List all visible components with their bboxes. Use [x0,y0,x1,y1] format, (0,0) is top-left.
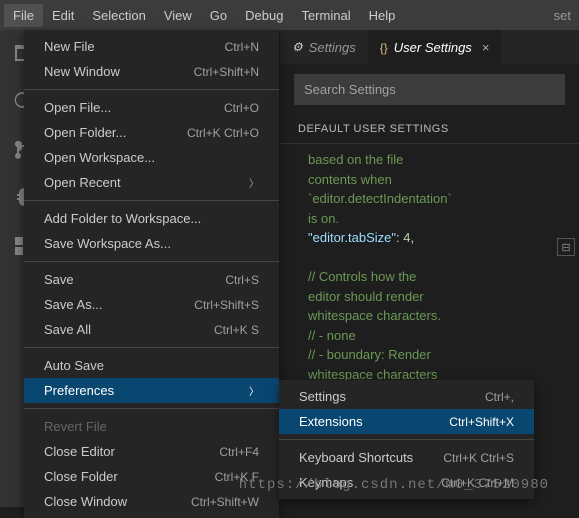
menu-close-window[interactable]: Close WindowCtrl+Shift+W [24,489,279,514]
gear-icon: ⚙ [292,40,303,54]
menu-revert-file: Revert File [24,414,279,439]
chevron-right-icon: 〉 [249,175,259,190]
menu-open-file[interactable]: Open File...Ctrl+O [24,95,279,120]
submenu-settings[interactable]: SettingsCtrl+, [279,384,534,409]
code-line: is on. [308,209,561,229]
menu-debug[interactable]: Debug [236,4,292,27]
tab-user-settings[interactable]: {} User Settings × [368,30,502,64]
submenu-extensions[interactable]: ExtensionsCtrl+Shift+X [279,409,534,434]
tab-label: Settings [309,40,356,55]
preferences-submenu: SettingsCtrl+, ExtensionsCtrl+Shift+X Ke… [279,380,534,499]
menu-close-folder[interactable]: Close FolderCtrl+K F [24,464,279,489]
menu-save-workspace-as[interactable]: Save Workspace As... [24,231,279,256]
window-title: set [554,8,571,23]
code-line: "editor.tabSize": 4, [308,228,561,248]
close-icon[interactable]: × [482,40,490,55]
menu-separator [279,439,534,440]
code-line: // - boundary: Render [308,345,561,365]
tab-settings-preview[interactable]: ⚙ Settings [280,30,368,64]
menu-auto-save[interactable]: Auto Save [24,353,279,378]
menu-separator [24,261,279,262]
menu-save-all[interactable]: Save AllCtrl+K S [24,317,279,342]
file-dropdown: New FileCtrl+N New WindowCtrl+Shift+N Op… [24,30,279,518]
menu-help[interactable]: Help [360,4,405,27]
chevron-right-icon: 〉 [249,383,259,398]
code-line: // Controls how the [308,267,561,287]
menu-save-as[interactable]: Save As...Ctrl+Shift+S [24,292,279,317]
code-line: whitespace characters. [308,306,561,326]
menu-new-window[interactable]: New WindowCtrl+Shift+N [24,59,279,84]
code-line: based on the file [308,150,561,170]
menu-close-editor[interactable]: Close EditorCtrl+F4 [24,439,279,464]
menu-preferences[interactable]: Preferences〉 [24,378,279,403]
submenu-keyboard-shortcuts[interactable]: Keyboard ShortcutsCtrl+K Ctrl+S [279,445,534,470]
bracket-match-indicator[interactable]: ⊟ [557,238,575,256]
code-line: `editor.detectIndentation` [308,189,561,209]
braces-icon: {} [380,41,388,55]
menu-add-folder[interactable]: Add Folder to Workspace... [24,206,279,231]
menu-save[interactable]: SaveCtrl+S [24,267,279,292]
tab-bar: ⚙ Settings {} User Settings × [280,30,579,64]
tab-label: User Settings [394,40,472,55]
menu-terminal[interactable]: Terminal [292,4,359,27]
code-line: editor should render [308,287,561,307]
menu-separator [24,89,279,90]
menu-view[interactable]: View [155,4,201,27]
menu-separator [24,200,279,201]
submenu-keymaps[interactable]: KeymapsCtrl+K Ctrl+M [279,470,534,495]
menu-file[interactable]: File [4,4,43,27]
settings-section-header: DEFAULT USER SETTINGS [280,115,579,144]
menu-separator [24,347,279,348]
menu-new-file[interactable]: New FileCtrl+N [24,34,279,59]
editor-content[interactable]: based on the file contents when `editor.… [280,144,579,394]
code-line: // - none [308,326,561,346]
menubar: File Edit Selection View Go Debug Termin… [0,0,579,30]
menu-open-recent[interactable]: Open Recent〉 [24,170,279,195]
menu-open-workspace[interactable]: Open Workspace... [24,145,279,170]
menu-selection[interactable]: Selection [83,4,154,27]
menu-edit[interactable]: Edit [43,4,83,27]
code-line: contents when [308,170,561,190]
menu-separator [24,408,279,409]
menu-open-folder[interactable]: Open Folder...Ctrl+K Ctrl+O [24,120,279,145]
search-settings-input[interactable]: Search Settings [294,74,565,105]
menu-go[interactable]: Go [201,4,236,27]
